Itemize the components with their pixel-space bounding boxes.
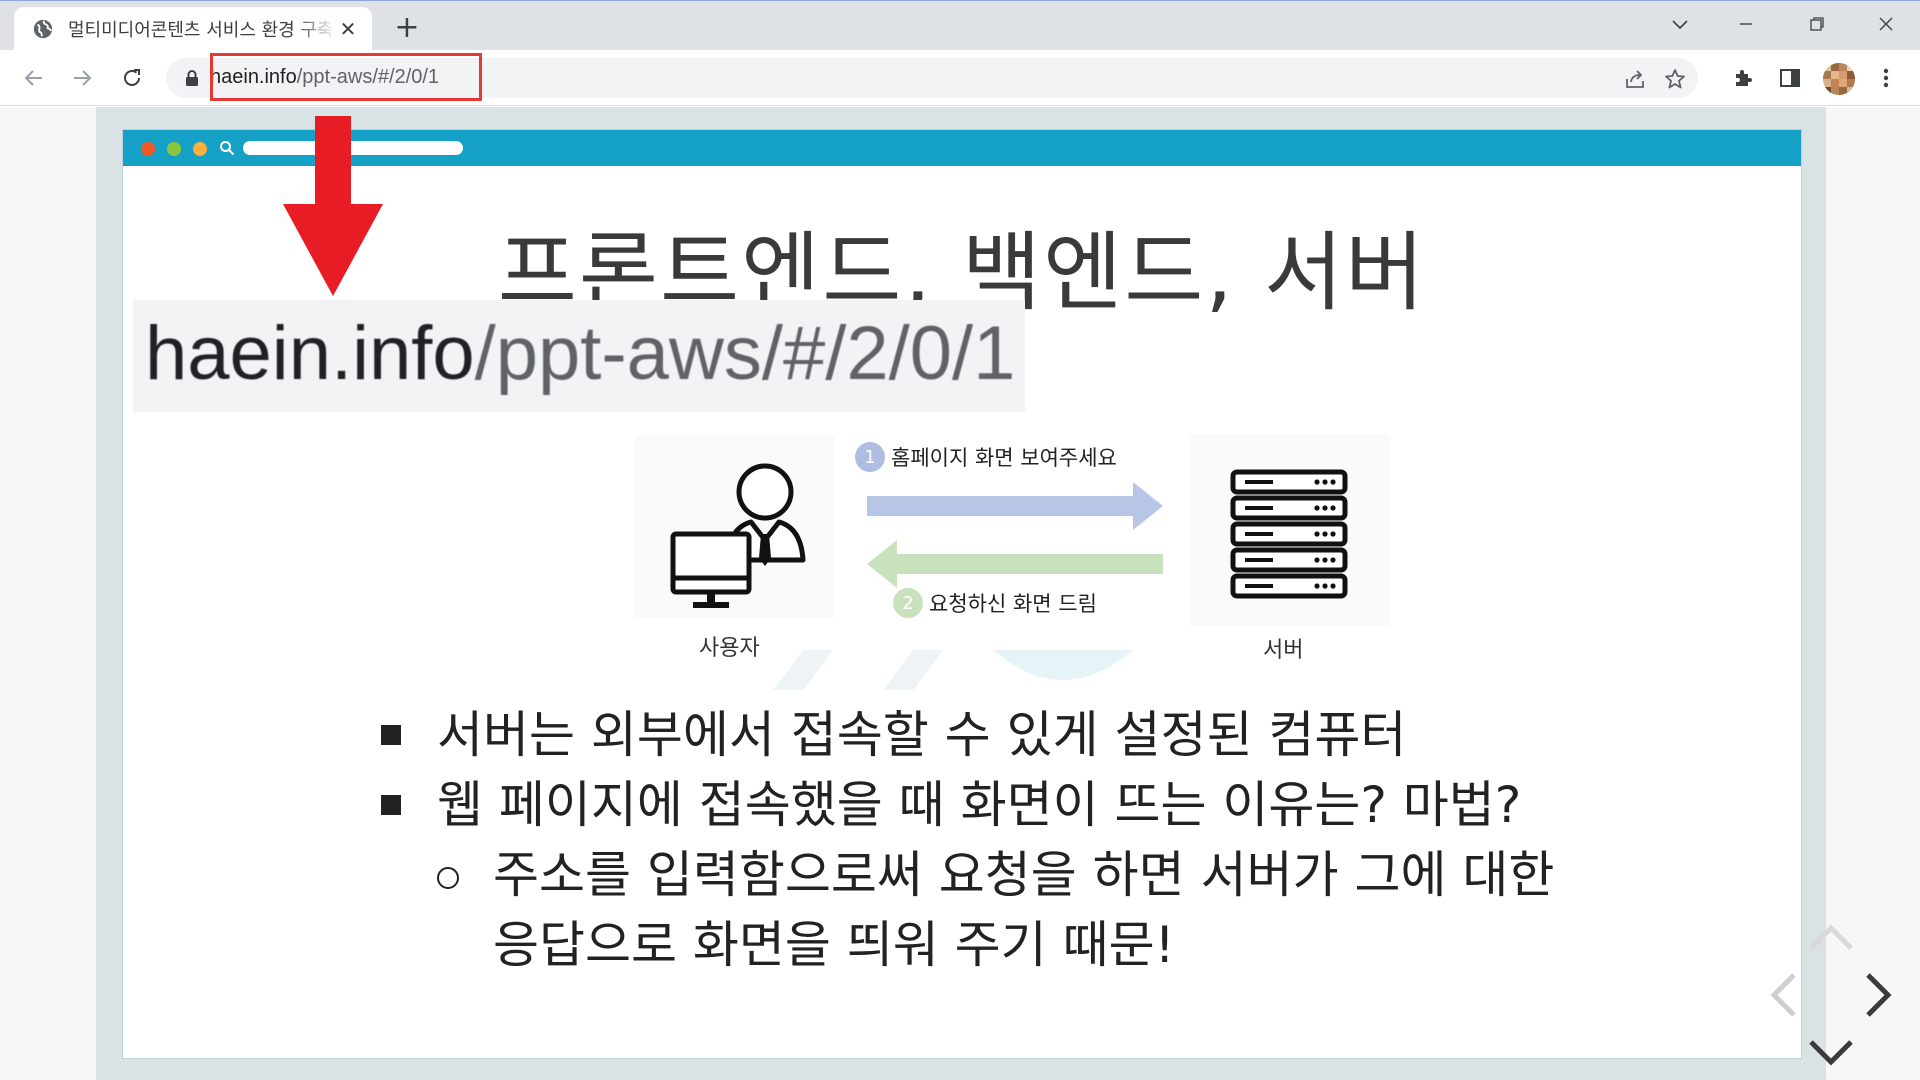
square-bullet-icon [381,795,401,815]
page-viewport: 프론트엔드, 백엔드, 서버 haein.info/ppt-aws/#/2/0/… [0,107,1920,1080]
sub-bullet-item: 주소를 입력함으로써 요청을 하면 서버가 그에 대한 응답으로 화면을 띄워 주… [379,840,1679,980]
forward-arrow-icon[interactable] [66,62,98,94]
url-highlight-box [210,53,482,101]
circle-bullet-icon [437,867,459,889]
browser-tab[interactable]: 멀티미디어콘텐츠 서비스 환경 구축 ✕ [14,7,372,51]
window-close-icon[interactable] [1856,1,1916,47]
reload-icon[interactable] [116,62,148,94]
server-rack-icon [1230,469,1348,599]
step-2-text: 요청하신 화면 드림 [929,592,1097,616]
nav-down-chevron-icon [1809,1040,1853,1066]
profile-avatar[interactable] [1823,63,1855,95]
slide-navigation-controls[interactable] [1756,920,1906,1070]
zoomed-url-callout: haein.info/ppt-aws/#/2/0/1 [133,300,1025,412]
nav-left-chevron-icon [1770,973,1796,1017]
step-1-number: 1 [855,442,885,472]
square-bullet-icon [381,725,401,745]
window-dot-red [141,142,155,156]
slide-bullet-list: 서버는 외부에서 접속할 수 있게 설정된 컴퓨터 웹 페이지에 접속했을 때 … [379,700,1679,980]
extensions-puzzle-icon[interactable] [1730,64,1758,92]
lock-icon[interactable] [184,69,200,87]
server-illustration [1189,434,1389,626]
user-illustration [635,436,835,618]
request-arrow-right-icon [867,482,1163,530]
step-2-number: 2 [893,588,923,618]
user-label: 사용자 [699,636,760,661]
back-arrow-icon[interactable] [18,62,50,94]
step-2-response: 2 요청하신 화면 드림 [893,588,1097,618]
search-icon [220,141,235,156]
bullet-item: 웹 페이지에 접속했을 때 화면이 뜨는 이유는? 마법? [379,770,1679,840]
bookmark-star-icon[interactable] [1662,66,1688,92]
red-down-arrow-icon [283,116,383,296]
bullet-item: 서버는 외부에서 접속할 수 있게 설정된 컴퓨터 [379,700,1679,770]
nav-right-chevron-icon [1866,973,1892,1017]
window-dot-green [167,142,181,156]
tab-close-icon[interactable]: ✕ [336,17,360,41]
tab-title: 멀티미디어콘텐츠 서비스 환경 구축 [68,20,334,41]
response-arrow-left-icon [867,540,1163,588]
step-1-text: 홈페이지 화면 보여주세요 [891,446,1117,470]
share-icon[interactable] [1622,66,1648,92]
watermark-logo [773,650,1133,690]
globe-icon [33,19,53,39]
side-panel-icon[interactable] [1776,64,1804,92]
new-tab-button[interactable]: + [390,11,424,45]
presentation-slide: 프론트엔드, 백엔드, 서버 haein.info/ppt-aws/#/2/0/… [122,116,1802,1059]
browser-toolbar: haein.info/ppt-aws/#/2/0/1 [0,50,1920,106]
nav-up-chevron-icon [1809,924,1853,950]
tab-search-chevron-down-icon[interactable] [1650,1,1710,47]
page-margin [0,107,96,1080]
restore-icon[interactable] [1787,1,1847,47]
minimize-icon[interactable] [1716,1,1776,47]
server-label: 서버 [1263,638,1304,663]
tab-bar: 멀티미디어콘텐츠 서비스 환경 구축 ✕ + [0,0,1920,51]
user-at-computer-icon [670,463,806,608]
more-menu-icon[interactable] [1872,64,1900,92]
step-1-request: 1 홈페이지 화면 보여주세요 [855,442,1117,472]
window-dot-yellow [193,142,207,156]
